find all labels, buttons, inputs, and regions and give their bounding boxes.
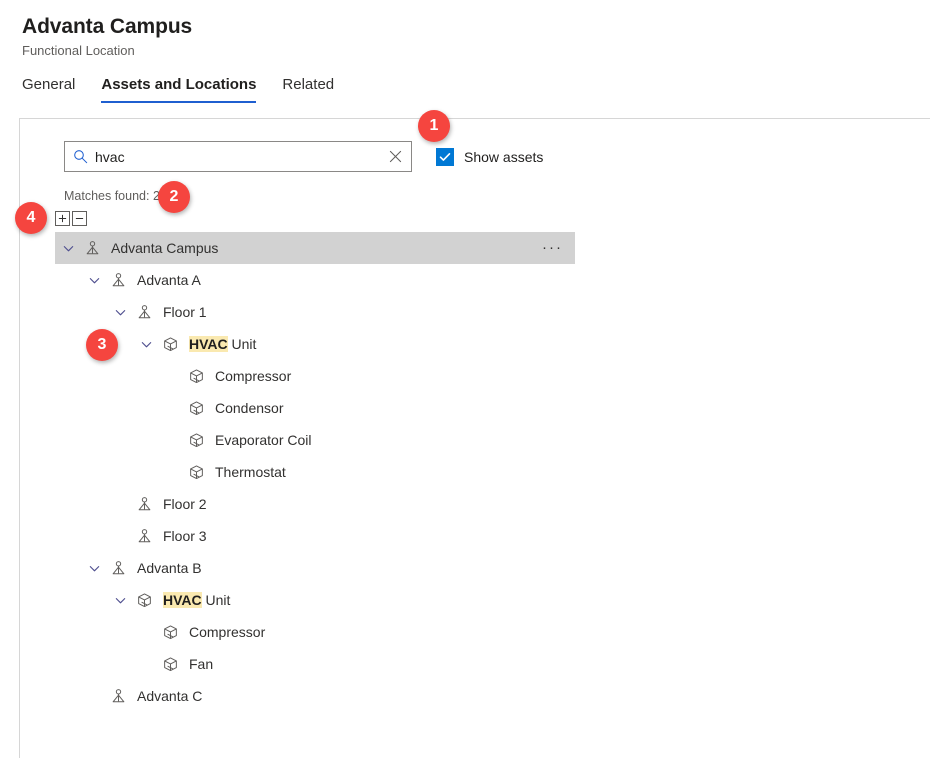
tree-node-label: Floor 3 (163, 528, 207, 544)
functional-location-icon (107, 272, 129, 289)
asset-icon (133, 592, 155, 609)
tree-node-label: Advanta Campus (111, 240, 219, 256)
tree-node-label: Evaporator Coil (215, 432, 312, 448)
tab-related[interactable]: Related (282, 76, 334, 103)
row-more-options-icon[interactable]: ··· (542, 240, 563, 255)
chevron-down-icon[interactable] (55, 242, 81, 255)
asset-icon (185, 432, 207, 449)
tree-row[interactable]: Advanta A (55, 264, 575, 296)
functional-location-icon (107, 688, 129, 705)
tree-node-label: Advanta A (137, 272, 201, 288)
tree-row[interactable]: Advanta C (55, 680, 575, 712)
asset-icon (185, 400, 207, 417)
functional-location-icon (133, 496, 155, 513)
clear-icon[interactable] (379, 150, 411, 163)
tree-node-label: Floor 1 (163, 304, 207, 320)
tree-row[interactable]: Compressor (55, 616, 575, 648)
tree-row[interactable]: Advanta B (55, 552, 575, 584)
asset-icon (159, 624, 181, 641)
show-assets-checkbox[interactable]: Show assets (436, 147, 544, 166)
record-header: Advanta Campus Functional Location (22, 14, 902, 59)
functional-location-icon (133, 304, 155, 321)
chevron-down-icon[interactable] (107, 306, 133, 319)
tab-general[interactable]: General (22, 76, 75, 103)
show-assets-label: Show assets (464, 148, 544, 165)
tab-strip: General Assets and Locations Related (22, 76, 334, 103)
tree-row[interactable]: Compressor (55, 360, 575, 392)
search-icon (65, 149, 95, 164)
tree-row[interactable]: Floor 3 (55, 520, 575, 552)
tree-row[interactable]: Evaporator Coil (55, 424, 575, 456)
tree-node-label: HVAC Unit (163, 592, 231, 608)
tree-node-label: Compressor (215, 368, 292, 384)
tab-assets-and-locations[interactable]: Assets and Locations (101, 76, 257, 103)
tree-row[interactable]: Fan (55, 648, 575, 680)
tree-row[interactable]: HVAC Unit (55, 584, 575, 616)
tree-node-label: Floor 2 (163, 496, 207, 512)
tree-row[interactable]: HVAC Unit (55, 328, 575, 360)
tree-node-label: Compressor (189, 624, 266, 640)
functional-location-icon (81, 240, 103, 257)
tree-node-label: HVAC Unit (189, 336, 257, 352)
expand-all-button[interactable] (55, 211, 70, 226)
page-subtitle: Functional Location (22, 43, 135, 58)
search-match-highlight: HVAC (189, 336, 228, 352)
search-match-highlight: HVAC (163, 592, 202, 608)
chevron-down-icon[interactable] (107, 594, 133, 607)
asset-icon (185, 464, 207, 481)
callout-badge-1: 1 (418, 110, 450, 142)
search-box[interactable] (64, 141, 412, 172)
assets-and-locations-panel: Show assets Matches found: 2 Advanta Cam… (19, 118, 930, 758)
functional-location-icon (107, 560, 129, 577)
functional-location-icon (133, 528, 155, 545)
assets-locations-tree: Advanta Campus ··· Advanta A Floor 1 HVAC Un… (55, 232, 575, 712)
collapse-all-button[interactable] (72, 211, 87, 226)
asset-icon (159, 656, 181, 673)
matches-found-label: Matches found: 2 (64, 189, 160, 203)
tree-row[interactable]: Condensor (55, 392, 575, 424)
search-row: Show assets (64, 141, 543, 172)
chevron-down-icon[interactable] (81, 562, 107, 575)
chevron-down-icon[interactable] (81, 274, 107, 287)
page-title: Advanta Campus (22, 15, 193, 38)
tree-row[interactable]: Thermostat (55, 456, 575, 488)
tree-node-label: Thermostat (215, 464, 286, 480)
tree-row[interactable]: Advanta Campus ··· (55, 232, 575, 264)
tree-node-label: Condensor (215, 400, 284, 416)
tree-node-label: Advanta B (137, 560, 202, 576)
search-input[interactable] (95, 148, 379, 165)
expand-collapse-controls (55, 211, 87, 226)
asset-icon (185, 368, 207, 385)
tree-node-label: Fan (189, 656, 214, 672)
callout-badge-2: 2 (158, 181, 190, 213)
tree-node-label: Advanta C (137, 688, 203, 704)
checkbox-checked-icon (436, 147, 454, 166)
tree-row[interactable]: Floor 1 (55, 296, 575, 328)
chevron-down-icon[interactable] (133, 338, 159, 351)
tree-row[interactable]: Floor 2 (55, 488, 575, 520)
callout-badge-3: 3 (86, 329, 118, 361)
asset-icon (159, 336, 181, 353)
callout-badge-4: 4 (15, 202, 47, 234)
